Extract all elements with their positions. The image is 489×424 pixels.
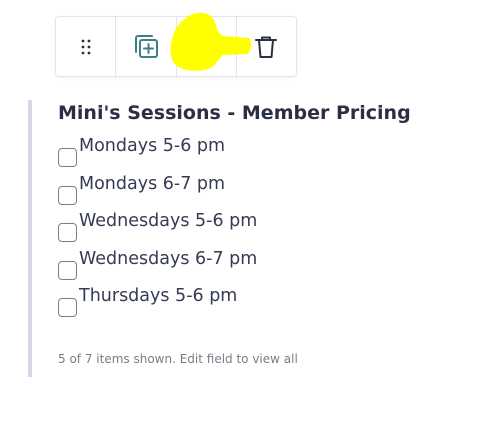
option-checkbox[interactable] — [58, 148, 77, 167]
option-checkbox[interactable] — [58, 298, 77, 317]
trash-icon — [255, 36, 278, 58]
settings-sliders-icon — [195, 35, 218, 58]
items-shown-note: 5 of 7 items shown. Edit field to view a… — [58, 352, 298, 366]
option-label: Mondays 5-6 pm — [79, 136, 226, 156]
field-toolbar — [55, 16, 297, 77]
drag-handle-icon — [81, 39, 91, 54]
drag-handle-button[interactable] — [56, 17, 117, 76]
duplicate-icon — [134, 34, 158, 58]
field-title: Mini's Sessions - Member Pricing — [58, 102, 411, 124]
option-item: Wednesdays 6-7 pm — [58, 249, 257, 280]
option-item: Mondays 5-6 pm — [58, 136, 225, 167]
option-item: Thursdays 5-6 pm — [58, 286, 237, 317]
option-checkbox[interactable] — [58, 223, 77, 242]
checkbox-field: Mini's Sessions - Member Pricing Mondays… — [28, 100, 468, 377]
option-label: Mondays 6-7 pm — [79, 174, 226, 194]
option-label: Thursdays 5-6 pm — [79, 286, 238, 306]
option-item: Mondays 6-7 pm — [58, 174, 225, 205]
field-settings-button[interactable] — [177, 17, 237, 76]
option-label: Wednesdays 6-7 pm — [79, 249, 258, 269]
option-checkbox[interactable] — [58, 186, 77, 205]
duplicate-button[interactable] — [116, 17, 177, 76]
option-checkbox[interactable] — [58, 261, 77, 280]
option-item: Wednesdays 5-6 pm — [58, 211, 257, 242]
option-label: Wednesdays 5-6 pm — [79, 211, 258, 231]
delete-button[interactable] — [237, 17, 296, 76]
